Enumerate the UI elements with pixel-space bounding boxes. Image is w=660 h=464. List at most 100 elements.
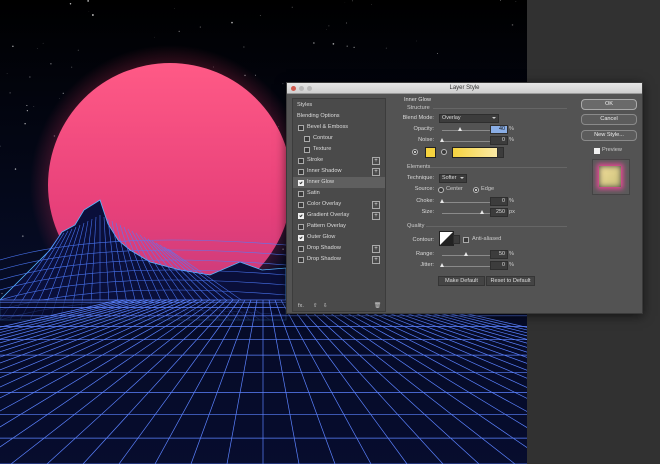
preview-swatch — [599, 166, 621, 187]
style-item[interactable]: Bevel & Emboss — [293, 122, 385, 133]
technique-select[interactable]: Softer — [439, 174, 467, 183]
style-checkbox[interactable] — [298, 180, 304, 186]
style-item[interactable]: Satin — [293, 188, 385, 199]
add-icon[interactable]: + — [372, 201, 380, 209]
arrow-up-icon[interactable]: ⇧ — [313, 303, 318, 309]
size-label: Size: — [421, 209, 434, 215]
contour-curve-icon — [440, 232, 453, 245]
divider — [426, 226, 567, 227]
style-checkbox[interactable] — [304, 147, 310, 153]
jitter-input[interactable]: 0 — [490, 261, 508, 270]
opacity-slider[interactable] — [442, 130, 490, 131]
reset-to-default-button[interactable]: Reset to Default — [486, 276, 535, 286]
minimize-icon[interactable] — [299, 85, 304, 91]
close-icon[interactable] — [291, 85, 296, 91]
choke-slider-thumb[interactable] — [440, 199, 444, 203]
style-item[interactable]: Stroke + — [293, 155, 385, 166]
jitter-slider-thumb[interactable] — [440, 263, 444, 267]
opacity-slider-thumb[interactable] — [458, 127, 462, 131]
style-item-label: Contour — [313, 135, 333, 141]
style-item[interactable]: Pattern Overlay — [293, 221, 385, 232]
make-default-button[interactable]: Make Default — [438, 276, 485, 286]
style-item[interactable]: Gradient Overlay + — [293, 210, 385, 221]
size-slider-thumb[interactable] — [480, 210, 484, 214]
style-checkbox[interactable] — [298, 125, 304, 131]
preview-label: Preview — [602, 147, 622, 153]
noise-slider[interactable] — [442, 141, 490, 142]
style-item[interactable]: Inner Shadow + — [293, 166, 385, 177]
style-checkbox[interactable] — [298, 158, 304, 164]
jitter-unit: % — [509, 262, 514, 268]
size-input[interactable]: 250 — [490, 208, 508, 217]
styles-header[interactable]: Styles — [293, 100, 385, 111]
style-item[interactable]: Outer Glow — [293, 232, 385, 243]
noise-label: Noise: — [418, 137, 434, 143]
new-style-button[interactable]: New Style... — [581, 130, 637, 141]
style-item[interactable]: Color Overlay + — [293, 199, 385, 210]
style-checkbox[interactable] — [298, 257, 304, 263]
style-checkbox[interactable] — [298, 213, 304, 219]
add-icon[interactable]: + — [372, 212, 380, 220]
source-center-radio[interactable] — [438, 187, 444, 193]
preview-checkbox[interactable] — [594, 148, 600, 154]
gradient-radio[interactable] — [441, 149, 447, 155]
range-slider-thumb[interactable] — [464, 252, 468, 256]
opacity-input[interactable]: 40 — [490, 125, 508, 134]
technique-label: Technique: — [406, 175, 434, 181]
range-label: Range: — [415, 251, 434, 257]
chevron-down-icon[interactable] — [453, 235, 460, 244]
arrow-down-icon[interactable]: ⇩ — [323, 303, 328, 309]
style-item[interactable]: Texture — [293, 144, 385, 155]
noise-input[interactable]: 0 — [490, 136, 508, 145]
blend-mode-select[interactable]: Overlay — [439, 114, 499, 123]
style-item[interactable]: Contour — [293, 133, 385, 144]
dialog-titlebar[interactable]: Layer Style — [287, 83, 642, 94]
style-item-label: Bevel & Emboss — [307, 124, 349, 130]
style-checkbox[interactable] — [304, 136, 310, 142]
style-checkbox[interactable] — [298, 191, 304, 197]
anti-aliased-checkbox[interactable] — [463, 237, 469, 243]
noise-slider-thumb[interactable] — [440, 138, 444, 142]
choke-input[interactable]: 0 — [490, 197, 508, 206]
style-item-label: Pattern Overlay — [307, 223, 346, 229]
style-checkbox[interactable] — [298, 224, 304, 230]
contour-picker[interactable] — [439, 231, 454, 246]
add-icon[interactable]: + — [372, 157, 380, 165]
source-edge-radio[interactable] — [473, 187, 479, 193]
solid-color-radio[interactable] — [412, 149, 418, 155]
glow-color-swatch[interactable] — [425, 147, 436, 158]
source-label: Source: — [414, 186, 434, 192]
jitter-slider[interactable] — [442, 266, 490, 267]
style-item-label: Inner Glow — [307, 179, 335, 185]
opacity-unit: % — [509, 126, 514, 132]
add-icon[interactable]: + — [372, 245, 380, 253]
style-item[interactable]: Drop Shadow + — [293, 254, 385, 265]
choke-slider[interactable] — [442, 202, 490, 203]
trash-icon[interactable]: 🗑 — [374, 303, 381, 309]
glow-gradient-picker[interactable] — [452, 147, 498, 158]
style-item[interactable]: Blending Options — [293, 111, 385, 122]
style-item-label: Inner Shadow — [307, 168, 342, 174]
style-item[interactable]: Inner Glow — [293, 177, 385, 188]
zoom-icon[interactable] — [307, 85, 312, 91]
dialog-title: Layer Style — [449, 85, 480, 91]
choke-unit: % — [509, 198, 514, 204]
cancel-button[interactable]: Cancel — [581, 114, 637, 125]
add-icon[interactable]: + — [372, 168, 380, 176]
elements-heading: Elements — [407, 164, 431, 170]
style-checkbox[interactable] — [298, 246, 304, 252]
range-input[interactable]: 50 — [490, 250, 508, 259]
styles-list: Styles Blending Options Bevel & Emboss Con… — [292, 98, 386, 312]
jitter-label: Jitter: — [420, 262, 434, 268]
style-item-label: Color Overlay — [307, 201, 342, 207]
style-checkbox[interactable] — [298, 202, 304, 208]
style-checkbox[interactable] — [298, 169, 304, 175]
style-item-label: Stroke — [307, 157, 324, 163]
chevron-down-icon[interactable] — [497, 147, 504, 158]
style-item[interactable]: Drop Shadow + — [293, 243, 385, 254]
style-checkbox[interactable] — [298, 235, 304, 241]
add-icon[interactable]: + — [372, 256, 380, 264]
ok-button[interactable]: OK — [581, 99, 637, 110]
fx-icon[interactable]: fx. — [298, 303, 304, 309]
contour-label: Contour: — [412, 237, 434, 243]
